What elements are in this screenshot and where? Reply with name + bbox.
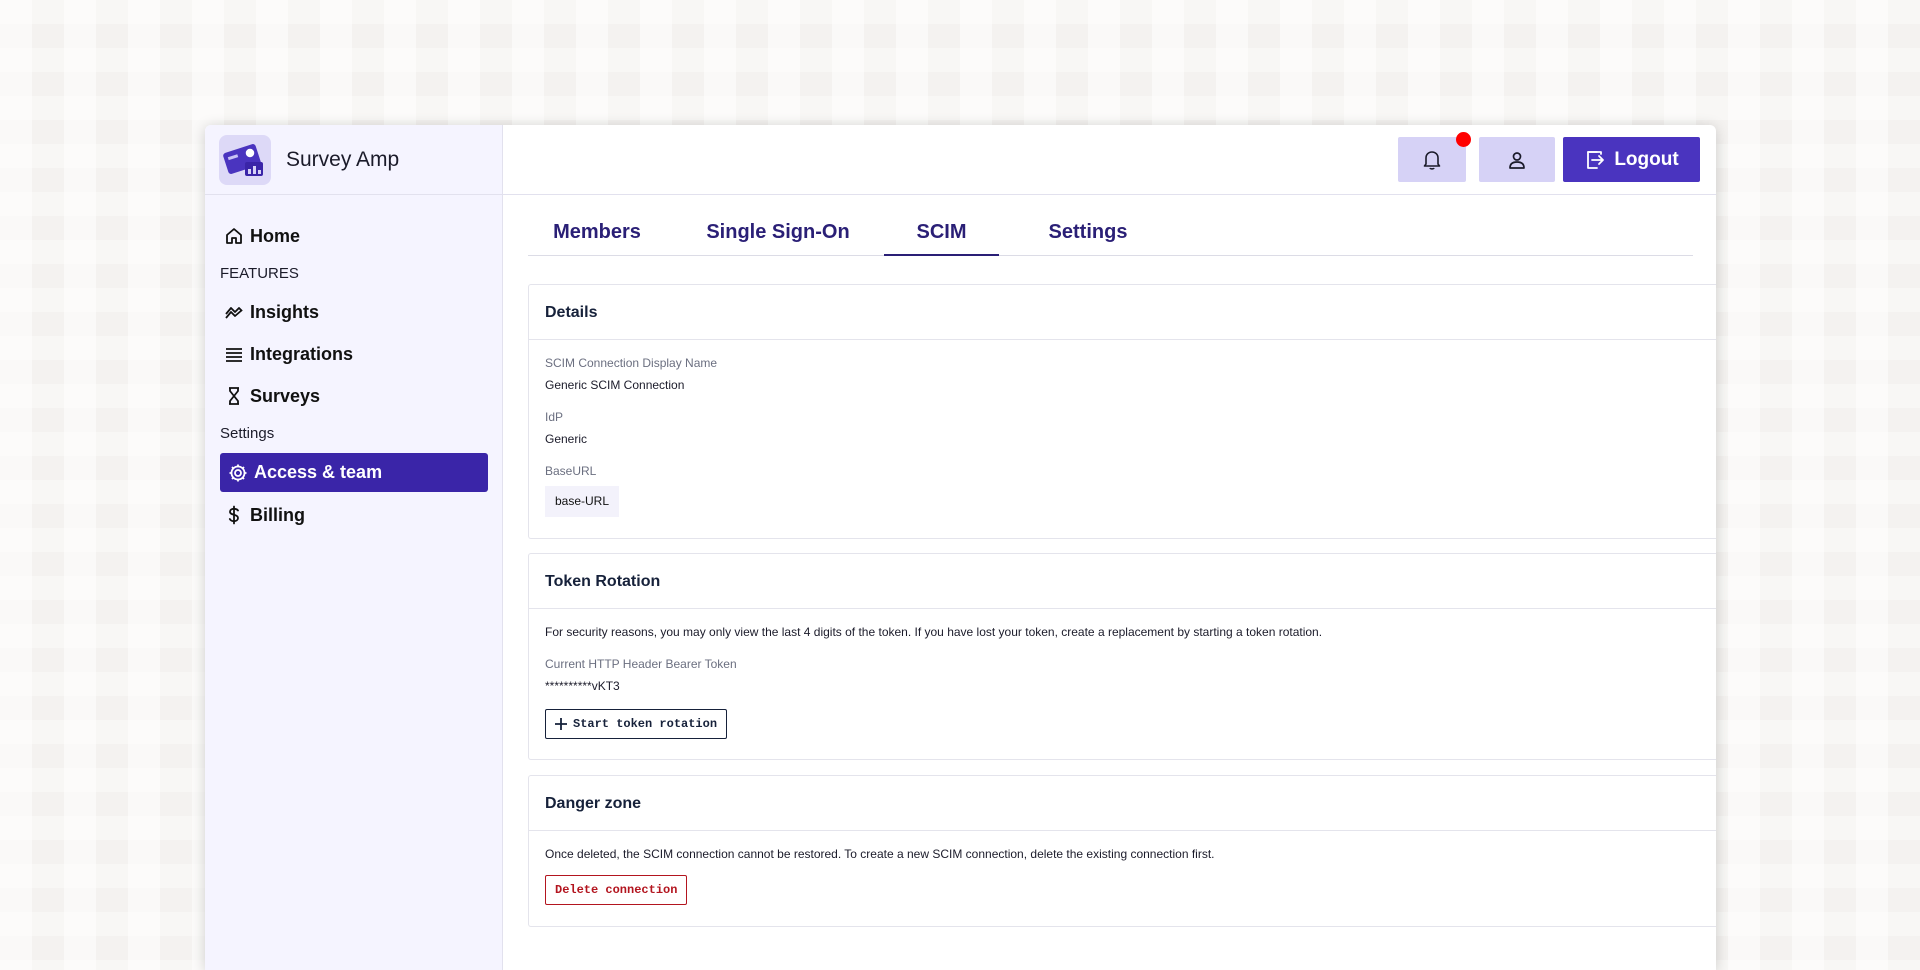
token-value: **********vKT3	[545, 679, 620, 693]
sidebar-item-label: Integrations	[250, 343, 354, 364]
top-bar: Logout	[503, 125, 1716, 195]
idp-label: IdP	[545, 410, 564, 424]
token-rotation-description: For security reasons, you may only view …	[545, 625, 1323, 639]
tab-members[interactable]: Members	[535, 221, 659, 256]
logout-label: Logout	[1614, 148, 1679, 170]
brand[interactable]: Survey Amp	[205, 125, 502, 195]
sidebar-item-label: Home	[250, 225, 301, 246]
home-icon	[226, 228, 242, 244]
tab-settings[interactable]: Settings	[1024, 221, 1152, 256]
danger-zone-description: Once deleted, the SCIM connection cannot…	[545, 847, 1215, 861]
idp-field: IdP Generic	[545, 410, 1700, 448]
notification-dot	[1456, 132, 1471, 147]
token-field: Current HTTP Header Bearer Token *******…	[545, 657, 1700, 695]
sidebar-nav: Home FEATURES Insights Integrations Surv…	[205, 195, 502, 534]
token-rotation-title: Token Rotation	[529, 554, 1716, 609]
tab-single-sign-on[interactable]: Single Sign-On	[698, 221, 858, 256]
sidebar-item-access-team[interactable]: Access & team	[220, 453, 488, 492]
baseurl-field: BaseURL base-URL	[545, 464, 1700, 517]
dollar-icon	[228, 505, 239, 525]
details-card: Details SCIM Connection Display Name Gen…	[528, 284, 1716, 539]
display-name-label: SCIM Connection Display Name	[545, 356, 718, 370]
sidebar-item-billing[interactable]: Billing	[220, 496, 488, 534]
delete-connection-button[interactable]: Delete connection	[545, 875, 688, 905]
sidebar-item-label: Access & team	[254, 462, 383, 482]
app-name: Survey Amp	[286, 147, 400, 171]
main-content: Members Single Sign-On SCIM Settings Det…	[503, 195, 1716, 970]
features-heading: FEATURES	[220, 265, 299, 282]
sidebar: Survey Amp Home FEATURES Insights Integr…	[205, 125, 503, 970]
profile-button[interactable]	[1479, 137, 1555, 182]
settings-heading: Settings	[220, 425, 275, 442]
baseurl-value[interactable]: base-URL	[545, 486, 620, 517]
gear-icon	[229, 464, 247, 481]
display-name-value: Generic SCIM Connection	[545, 378, 685, 392]
notifications-button[interactable]	[1398, 132, 1471, 182]
danger-zone-card: Danger zone Once deleted, the SCIM conne…	[528, 775, 1716, 927]
sidebar-item-home[interactable]: Home	[220, 217, 488, 255]
details-title: Details	[529, 285, 1716, 340]
start-token-rotation-label: Start token rotation	[573, 717, 718, 731]
start-token-rotation-button[interactable]: Start token rotation	[545, 709, 728, 739]
survey-amp-logo	[219, 134, 271, 185]
hourglass-icon	[229, 387, 239, 405]
tab-bar: Members Single Sign-On SCIM Settings	[528, 221, 1693, 256]
sidebar-item-label: Billing	[250, 504, 305, 525]
bell-icon	[1423, 150, 1441, 170]
app-window: Survey Amp Home FEATURES Insights Integr…	[205, 125, 1716, 970]
plus-icon	[555, 718, 567, 730]
logout-icon	[1587, 150, 1605, 169]
idp-value: Generic	[545, 432, 588, 446]
stack-icon	[226, 348, 242, 362]
danger-zone-title: Danger zone	[529, 776, 1716, 831]
token-label: Current HTTP Header Bearer Token	[545, 657, 737, 671]
baseurl-label: BaseURL	[545, 464, 597, 478]
display-name-field: SCIM Connection Display Name Generic SCI…	[545, 356, 1700, 394]
sidebar-item-surveys[interactable]: Surveys	[220, 377, 488, 415]
sidebar-item-insights[interactable]: Insights	[220, 293, 488, 331]
sidebar-item-label: Surveys	[250, 385, 321, 406]
user-icon	[1509, 151, 1525, 169]
trend-icon	[225, 307, 243, 319]
token-rotation-card: Token Rotation For security reasons, you…	[528, 553, 1716, 760]
tab-scim[interactable]: SCIM	[884, 221, 999, 256]
sidebar-item-integrations[interactable]: Integrations	[220, 335, 488, 373]
logout-button[interactable]: Logout	[1563, 137, 1700, 182]
sidebar-item-label: Insights	[250, 301, 320, 322]
